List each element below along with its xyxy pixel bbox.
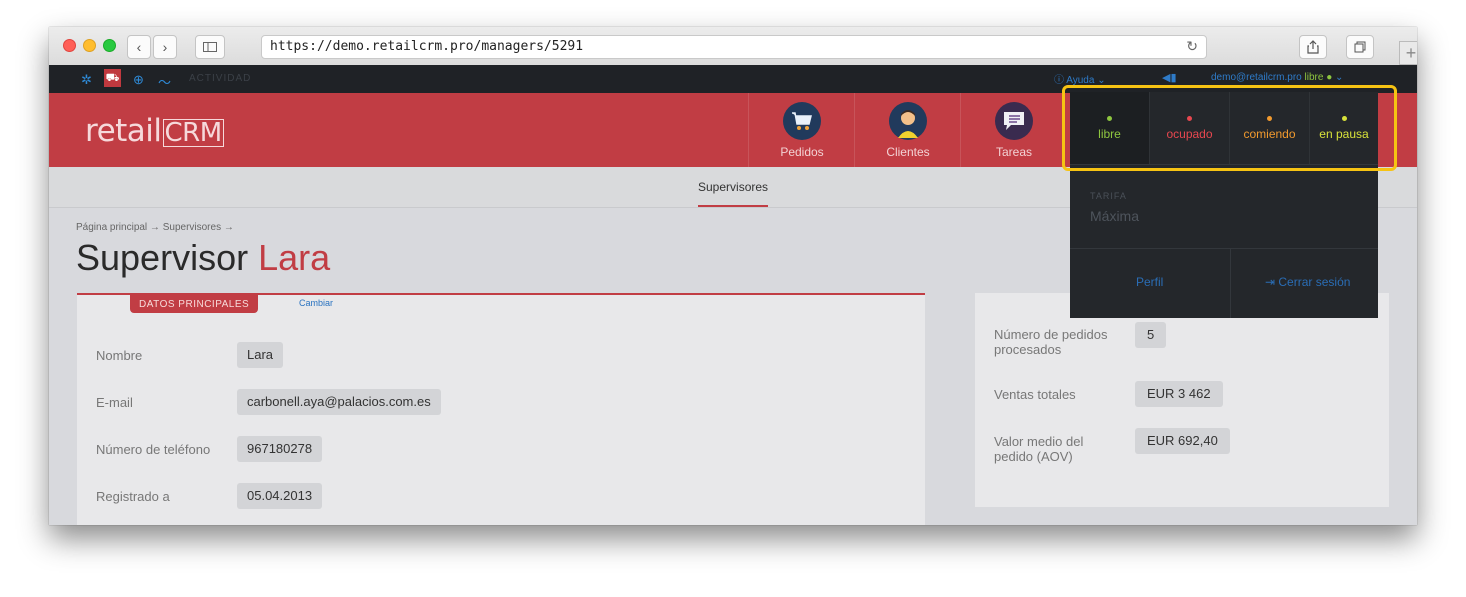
main-data-card: DATOS PRINCIPALES Cambiar Nombre Lara E-… [77, 293, 925, 525]
logo-text: retail [85, 113, 162, 149]
new-tab-button[interactable]: + [1399, 41, 1417, 65]
help-menu[interactable]: ⓘ Ayuda ⌄ [1054, 71, 1106, 86]
back-button[interactable]: ‹ [127, 35, 151, 59]
status-dot-icon: ● [1326, 72, 1333, 83]
tab-active-indicator [698, 205, 768, 207]
share-button[interactable] [1299, 35, 1327, 59]
name-label: Nombre [96, 348, 143, 363]
analytics-icon[interactable]: 〜 [158, 72, 171, 91]
nav-orders-label: Pedidos [780, 145, 824, 159]
page-title: Supervisor Lara [76, 237, 330, 279]
email-value: carbonell.aya@palacios.com.es [237, 389, 441, 415]
minimize-window-button[interactable] [83, 39, 96, 52]
total-sales-label: Ventas totales [994, 387, 1076, 402]
logout-link[interactable]: ⇥ Cerrar sesión [1265, 275, 1350, 289]
tariff-label: TARIFA [1090, 191, 1127, 201]
page-title-prefix: Supervisor [76, 237, 249, 278]
share-icon [1307, 40, 1319, 54]
announcement-icon[interactable]: ◀▮ [1162, 71, 1177, 84]
change-link[interactable]: Cambiar [299, 298, 333, 308]
orders-processed-value: 5 [1135, 322, 1167, 348]
address-bar[interactable]: https://demo.retailcrm.pro/managers/5291… [261, 35, 1207, 59]
nav-customers-label: Clientes [886, 145, 930, 159]
tabs-icon [1354, 41, 1366, 53]
shop-icon[interactable]: ⛟ [104, 69, 121, 87]
tab-supervisors[interactable]: Supervisores [698, 180, 768, 194]
total-sales-value: EUR 3 462 [1135, 381, 1223, 407]
nav-customers[interactable]: Clientes [854, 93, 961, 167]
nav-tasks-label: Tareas [995, 145, 1033, 159]
aov-value: EUR 692,40 [1135, 428, 1230, 454]
divider [1230, 249, 1231, 318]
tariff-value: Máxima [1090, 208, 1140, 224]
tabs-button[interactable] [1346, 35, 1374, 59]
chat-icon [995, 102, 1033, 140]
logout-label: Cerrar sesión [1278, 275, 1351, 289]
registered-value: 05.04.2013 [237, 483, 323, 509]
forward-icon: › [162, 39, 168, 55]
url-text: https://demo.retailcrm.pro/managers/5291 [270, 39, 584, 54]
status-highlight-frame [1062, 85, 1397, 171]
orders-processed-label: Número de pedidos procesados [994, 327, 1108, 357]
aov-label: Valor medio del pedido (AOV) [994, 434, 1084, 464]
browser-window: ‹ › https://demo.retailcrm.pro/managers/… [49, 27, 1417, 525]
nav-orders[interactable]: Pedidos [748, 93, 855, 167]
sidebar-toggle-button[interactable] [195, 35, 225, 59]
sidebar-icon [203, 42, 217, 52]
gear-icon[interactable]: ✲ [81, 72, 92, 88]
phone-value: 967180278 [237, 436, 323, 462]
logout-icon: ⇥ [1265, 275, 1279, 289]
maximize-window-button[interactable] [103, 39, 116, 52]
name-value: Lara [237, 342, 284, 368]
forward-button[interactable]: › [153, 35, 177, 59]
profile-link[interactable]: Perfil [1136, 275, 1163, 289]
breadcrumb[interactable]: Página principal → Supervisores → [76, 222, 234, 233]
user-email: demo@retailcrm.pro [1211, 72, 1302, 83]
registered-label: Registrado a [96, 489, 170, 504]
phone-label: Número de teléfono [96, 442, 211, 457]
logo-crm: CRM [162, 118, 224, 148]
target-icon[interactable]: ⊕ [133, 72, 144, 88]
close-window-button[interactable] [63, 39, 76, 52]
user-status: libre [1304, 72, 1324, 83]
reload-icon[interactable]: ↻ [1186, 38, 1198, 55]
cart-icon [783, 102, 821, 140]
divider [1070, 248, 1378, 249]
back-icon: ‹ [136, 39, 142, 55]
retailcrm-logo[interactable]: retail CRM [85, 113, 224, 149]
tab-main-data[interactable]: DATOS PRINCIPALES [130, 295, 259, 313]
browser-toolbar: ‹ › https://demo.retailcrm.pro/managers/… [49, 27, 1417, 66]
activity-link[interactable]: ACTIVIDAD [189, 73, 251, 84]
person-icon [889, 102, 927, 140]
page-title-name: Lara [258, 237, 331, 278]
nav-tasks[interactable]: Tareas [960, 93, 1067, 167]
email-label: E-mail [96, 395, 133, 410]
stats-card: Número de pedidos procesados 5 Ventas to… [975, 293, 1389, 507]
user-menu[interactable]: demo@retailcrm.pro libre ● ⌄ [1211, 72, 1343, 83]
help-icon: ⓘ [1054, 75, 1067, 86]
